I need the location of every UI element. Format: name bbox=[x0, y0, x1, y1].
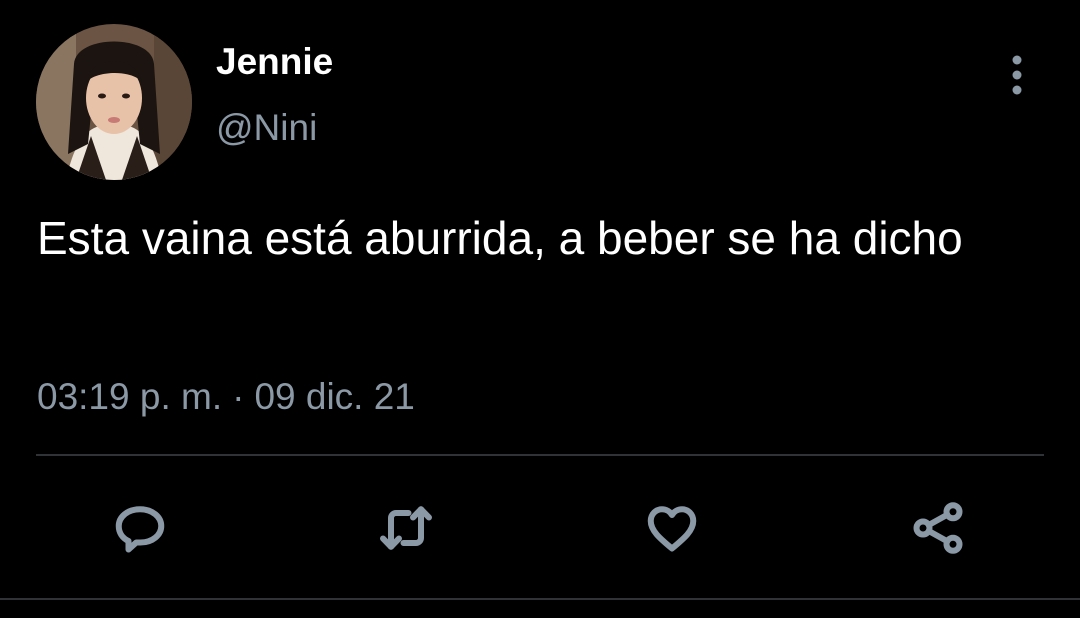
avatar[interactable] bbox=[36, 24, 192, 180]
meta-separator: · bbox=[232, 376, 245, 417]
reply-button[interactable] bbox=[108, 496, 172, 560]
user-handle[interactable]: @Nini bbox=[216, 106, 317, 150]
retweet-button[interactable] bbox=[374, 496, 438, 560]
retweet-icon bbox=[380, 506, 432, 550]
divider bbox=[0, 598, 1080, 600]
tweet-date: 09 dic. 21 bbox=[254, 376, 415, 417]
divider bbox=[36, 454, 1044, 456]
tweet-card: Jennie @Nini Esta vaina está aburrida, a… bbox=[0, 0, 1080, 618]
display-name[interactable]: Jennie bbox=[216, 40, 333, 84]
tweet-timestamp[interactable]: 03:19 p. m. · 09 dic. 21 bbox=[37, 374, 415, 420]
share-icon bbox=[913, 502, 963, 554]
reply-icon bbox=[115, 506, 165, 553]
more-vertical-icon bbox=[1012, 55, 1022, 95]
heart-icon bbox=[647, 506, 697, 552]
tweet-text: Esta vaina está aburrida, a beber se ha … bbox=[37, 212, 963, 264]
tweet-time: 03:19 p. m. bbox=[37, 376, 223, 417]
avatar-photo bbox=[36, 24, 192, 180]
like-button[interactable] bbox=[640, 496, 704, 560]
share-button[interactable] bbox=[906, 496, 970, 560]
more-options-button[interactable] bbox=[996, 52, 1038, 98]
